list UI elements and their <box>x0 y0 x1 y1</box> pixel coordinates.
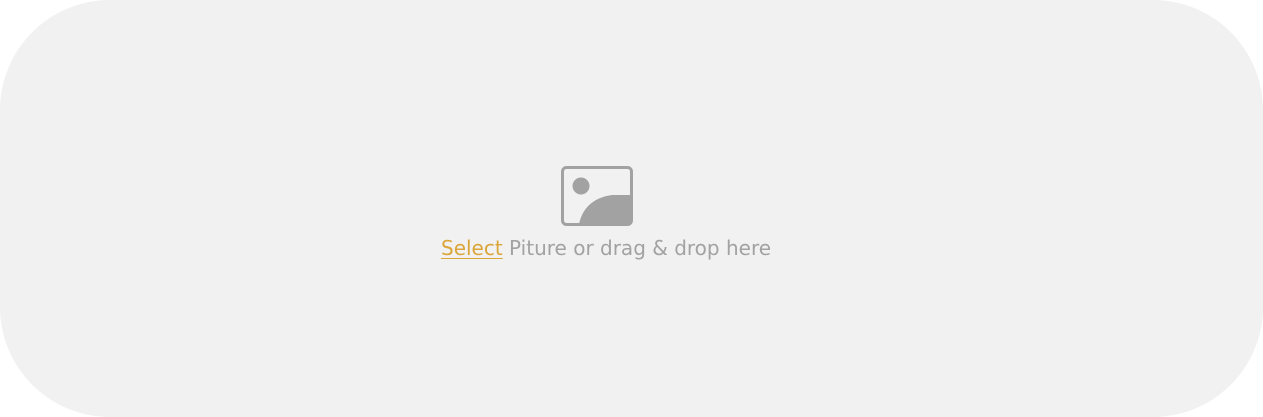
image-placeholder-icon <box>560 165 634 227</box>
select-link[interactable]: Select <box>441 236 503 260</box>
upload-instruction-text: Piture or drag & drop here <box>502 236 772 260</box>
upload-prompt: Select Piture or drag & drop here <box>441 233 771 263</box>
upload-dropzone[interactable]: Select Piture or drag & drop here <box>0 0 1263 417</box>
